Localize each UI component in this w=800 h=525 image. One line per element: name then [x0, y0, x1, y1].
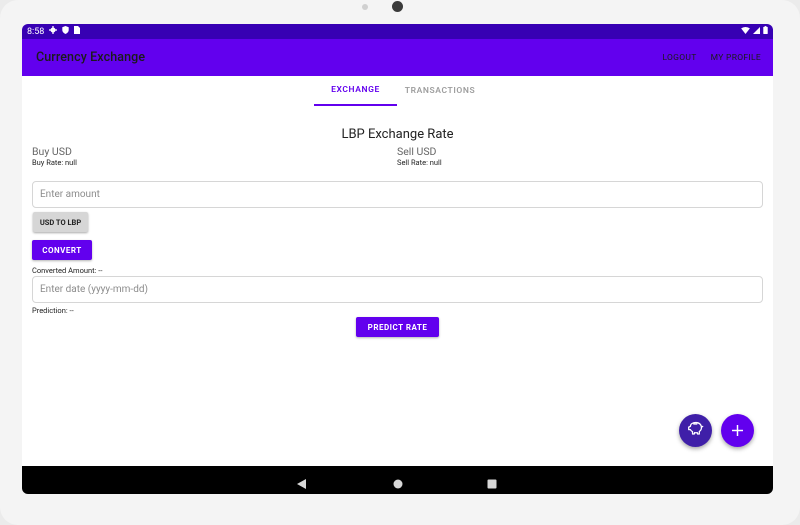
- status-bar: 8:58: [22, 24, 773, 39]
- date-input[interactable]: [40, 277, 762, 302]
- amount-field-container: [32, 181, 763, 208]
- amount-input[interactable]: [40, 182, 762, 207]
- shield-icon: [62, 26, 70, 37]
- prediction-text: Prediction: --: [32, 306, 74, 315]
- convert-button[interactable]: CONVERT: [32, 240, 92, 260]
- buy-rate-value: Buy Rate: null: [32, 158, 77, 167]
- device-screen: 8:58 Currency Exchange LOGOUT MY PROFILE…: [22, 24, 773, 494]
- status-time: 8:58: [27, 26, 45, 37]
- plus-icon: [732, 421, 743, 440]
- system-navigation-bar: [22, 466, 773, 494]
- battery-icon: [763, 26, 768, 37]
- add-fab[interactable]: [721, 414, 754, 447]
- logout-button[interactable]: LOGOUT: [662, 53, 696, 63]
- date-field-container: [32, 276, 763, 303]
- converted-amount-text: Converted Amount: --: [32, 266, 103, 275]
- app-title: Currency Exchange: [36, 50, 146, 65]
- app-bar: Currency Exchange LOGOUT MY PROFILE: [22, 39, 773, 76]
- recents-icon[interactable]: [487, 474, 497, 493]
- home-icon[interactable]: [393, 474, 403, 493]
- piggy-bank-icon: [687, 421, 704, 440]
- app-bar-actions: LOGOUT MY PROFILE: [662, 53, 761, 63]
- front-camera: [392, 1, 403, 12]
- exchange-rate-title: LBP Exchange Rate: [341, 127, 454, 142]
- sim-card-icon: [74, 26, 81, 37]
- buy-usd-label: Buy USD: [32, 145, 72, 158]
- usd-to-lbp-toggle-button[interactable]: USD TO LBP: [33, 212, 88, 232]
- sell-usd-label: Sell USD: [397, 145, 437, 158]
- wifi-icon: [741, 26, 750, 37]
- settings-gear-icon: [49, 26, 58, 37]
- savings-fab[interactable]: [679, 414, 712, 447]
- signal-icon: [753, 26, 760, 37]
- back-icon[interactable]: [297, 474, 306, 493]
- tablet-frame: 8:58 Currency Exchange LOGOUT MY PROFILE…: [0, 0, 800, 525]
- tab-transactions[interactable]: TRANSACTIONS: [397, 76, 483, 106]
- tab-bar: EXCHANGE TRANSACTIONS: [22, 76, 773, 106]
- my-profile-button[interactable]: MY PROFILE: [711, 53, 761, 63]
- predict-rate-button[interactable]: PREDICT RATE: [356, 317, 439, 337]
- proximity-sensor: [362, 4, 368, 10]
- tab-exchange[interactable]: EXCHANGE: [314, 76, 397, 106]
- sell-rate-value: Sell Rate: null: [397, 158, 442, 167]
